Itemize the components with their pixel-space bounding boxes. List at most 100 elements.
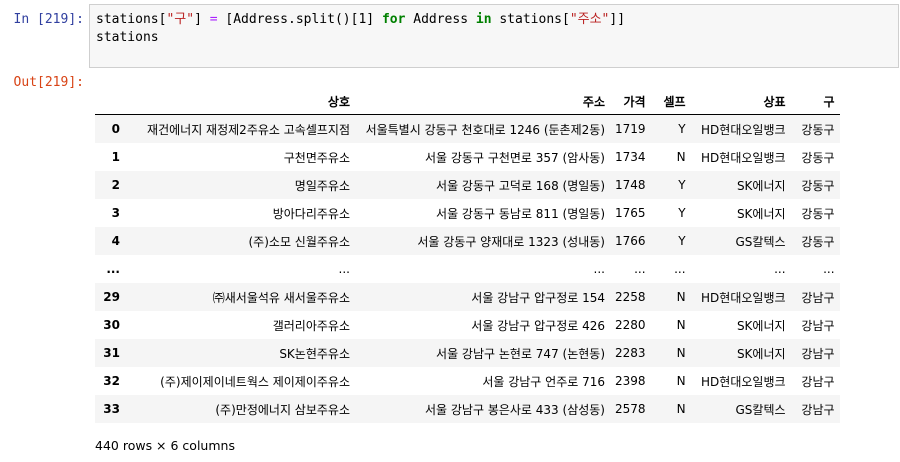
code-keyword: in [475, 12, 492, 27]
cell-price: 2578 [615, 402, 646, 416]
column-header-name: 상호 [125, 88, 355, 115]
row-index: 4 [111, 234, 120, 248]
table-row: 3 방아다리주유소 서울 강동구 동남로 811 (명일동) 1765 Y SK에너지 강동… [95, 199, 840, 227]
cell-name: ㈜새서울석유 새서울주유소 [212, 290, 350, 305]
column-header-brand: 상표 [690, 88, 791, 115]
code-token: stations[ [491, 12, 570, 27]
cell-brand: HD현대오일뱅크 [701, 374, 786, 389]
code-token: ] [194, 12, 210, 27]
cell-gu: 강동구 [801, 122, 835, 137]
code-token: ]] [609, 12, 626, 27]
cell-brand: SK에너지 [736, 206, 786, 221]
cell-price: 1765 [615, 206, 646, 220]
cell-self: N [676, 402, 686, 416]
row-index: ... [106, 262, 120, 276]
cell-gu: 강동구 [801, 206, 835, 221]
table-row: 31 SK논현주유소 서울 강남구 논현로 747 (논현동) 2283 N SK에너지 강… [95, 339, 840, 367]
cell-self: N [676, 150, 686, 164]
row-index: 0 [111, 122, 120, 136]
cell-gu: 강동구 [801, 150, 835, 165]
cell-self: N [676, 318, 686, 332]
cell-price: 1748 [615, 178, 646, 192]
table-row: 4 (주)소모 신월주유소 서울 강동구 양재대로 1323 (성내동) 1766 Y G… [95, 227, 840, 255]
column-header-gu: 구 [790, 88, 840, 115]
cell-gu: 강남구 [801, 290, 835, 305]
cell-self: N [676, 374, 686, 388]
cell-gu: 강남구 [801, 402, 835, 417]
table-row: 33 (주)만정에너지 삼보주유소 서울 강남구 봉은사로 433 (삼성동) 257… [95, 395, 840, 423]
cell-gu: 강동구 [801, 234, 835, 249]
cell-brand: ... [774, 262, 786, 276]
cell-gu: 강남구 [801, 374, 835, 389]
cell-gu: 강동구 [801, 178, 835, 193]
input-prompt: In [219]: [13, 12, 84, 27]
cell-price: 1719 [615, 122, 646, 136]
cell-name: ... [338, 262, 350, 276]
cell-self: Y [678, 234, 686, 248]
cell-name: (주)만정에너지 삼보주유소 [215, 402, 350, 417]
column-header-price: 가격 [610, 88, 651, 115]
table-row: 32 (주)제이제이네트웍스 제이제이주유소 서울 강남구 언주로 716 2398 N… [95, 367, 840, 395]
table-row: 2 명일주유소 서울 강동구 고덕로 168 (명일동) 1748 Y SK에너지 강동구 [95, 171, 840, 199]
table-header-row: 상호 주소 가격 셀프 상표 구 [95, 88, 840, 115]
cell-gu: ... [823, 262, 835, 276]
cell-price: 2258 [615, 290, 646, 304]
cell-self: Y [678, 206, 686, 220]
cell-gu: 강남구 [801, 346, 835, 361]
cell-name: (주)제이제이네트웍스 제이제이주유소 [160, 374, 350, 389]
cell-self: Y [678, 122, 686, 136]
dataframe-table: 상호 주소 가격 셀프 상표 구 0 재건에너지 재정제2주유소 고속셀프지점 서울… [95, 88, 840, 423]
code-token: [Address.split()[1] [217, 12, 382, 27]
cell-address: 서울 강동구 구천면로 357 (암사동) [424, 150, 605, 165]
cell-name: 방아다리주유소 [272, 206, 350, 221]
cell-address: 서울 강동구 양재대로 1323 (성내동) [417, 234, 605, 249]
cell-address: 서울 강동구 고덕로 168 (명일동) [436, 178, 605, 193]
cell-address: ... [593, 262, 605, 276]
cell-brand: SK에너지 [736, 178, 786, 193]
cell-self: Y [678, 178, 686, 192]
row-index: 33 [103, 402, 120, 416]
cell-address: 서울 강남구 봉은사로 433 (삼성동) [424, 402, 605, 417]
cell-name: 구천면주유소 [283, 150, 350, 165]
table-row: 29 ㈜새서울석유 새서울주유소 서울 강남구 압구정로 154 2258 N HD현대오… [95, 283, 840, 311]
table-row: 30 갤러리아주유소 서울 강남구 압구정로 426 2280 N SK에너지 강남구 [95, 311, 840, 339]
cell-address: 서울 강동구 동남로 811 (명일동) [436, 206, 605, 221]
cell-name: 재건에너지 재정제2주유소 고속셀프지점 [147, 122, 350, 137]
code-string: "주소" [569, 12, 610, 27]
cell-self: N [676, 290, 686, 304]
cell-price: 2280 [615, 318, 646, 332]
cell-price: ... [634, 262, 646, 276]
row-index: 29 [103, 290, 120, 304]
table-row-ellipsis: ..................... [95, 255, 840, 283]
cell-brand: HD현대오일뱅크 [701, 290, 786, 305]
cell-brand: HD현대오일뱅크 [701, 122, 786, 137]
column-header-index [95, 88, 125, 115]
cell-name: 명일주유소 [294, 178, 350, 193]
cell-name: 갤러리아주유소 [272, 318, 350, 333]
cell-brand: HD현대오일뱅크 [701, 150, 786, 165]
code-operator: = [209, 12, 218, 27]
cell-gu: 강남구 [801, 318, 835, 333]
table-row: 1 구천면주유소 서울 강동구 구천면로 357 (암사동) 1734 N HD현대오일뱅… [95, 143, 840, 171]
cell-address: 서울특별시 강동구 천호대로 1246 (둔촌제2동) [365, 122, 605, 137]
code-line-1: stations["구"] = [Address.split()[1] for … [96, 11, 892, 29]
code-token: stations[ [96, 12, 167, 27]
row-index: 31 [103, 346, 120, 360]
code-line-2: stations [96, 30, 159, 45]
cell-price: 1766 [615, 234, 646, 248]
cell-price: 1734 [615, 150, 646, 164]
cell-price: 2283 [615, 346, 646, 360]
cell-self: ... [674, 262, 686, 276]
cell-price: 2398 [615, 374, 646, 388]
code-keyword: for [381, 12, 406, 27]
cell-name: SK논현주유소 [279, 346, 350, 361]
dataframe-shape: 440 rows × 6 columns [95, 438, 235, 453]
cell-brand: GS칼텍스 [735, 234, 786, 249]
row-index: 3 [111, 206, 120, 220]
column-header-address: 주소 [355, 88, 610, 115]
code-cell[interactable]: stations["구"] = [Address.split()[1] for … [89, 4, 899, 68]
cell-address: 서울 강남구 압구정로 426 [471, 318, 605, 333]
row-index: 30 [103, 318, 120, 332]
code-string: "구" [166, 12, 195, 27]
cell-name: (주)소모 신월주유소 [248, 234, 351, 249]
